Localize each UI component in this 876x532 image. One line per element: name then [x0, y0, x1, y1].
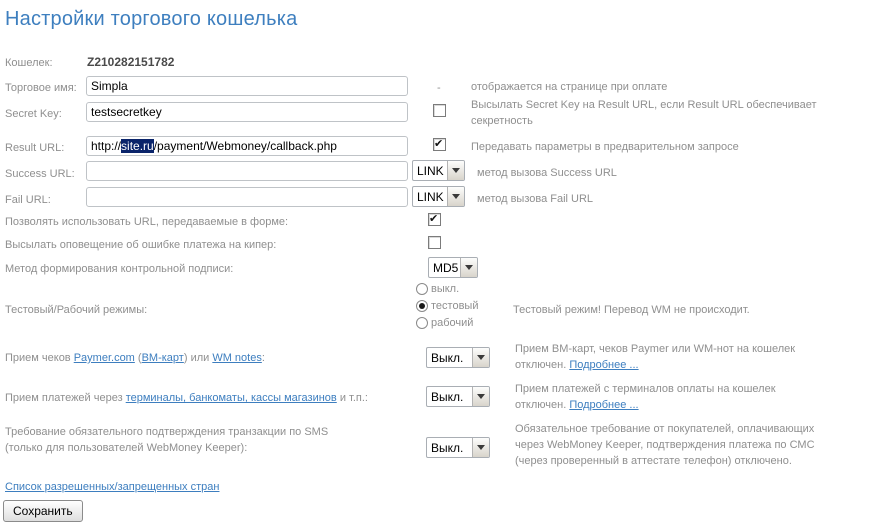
- paymer-more-link[interactable]: Подробнее ...: [569, 359, 638, 371]
- sms-label-line2: (только для пользователей WebMoney Keepe…: [5, 442, 247, 454]
- terminals-label: Прием платежей через терминалы, банкомат…: [5, 391, 368, 405]
- radio-icon: [416, 283, 428, 295]
- mode-radio-work-label: рабочий: [431, 317, 473, 329]
- paymer-desc-line2: отключен.: [515, 359, 569, 371]
- mode-note: Тестовый режим! Перевод WM не происходит…: [513, 302, 750, 318]
- sms-select[interactable]: Выкл.: [426, 437, 490, 458]
- result-url-selected-text: site.ru: [121, 139, 154, 153]
- mode-label: Тестовый/Рабочий режимы:: [5, 303, 147, 317]
- terminals-desc-line1: Прием платежей с терминалов оплаты на ко…: [515, 383, 776, 395]
- countries-list-link[interactable]: Список разрешенных/запрещенных стран: [5, 481, 219, 493]
- allow-form-urls-label: Позволять использовать URL, передаваемые…: [5, 215, 288, 229]
- trade-name-input[interactable]: [86, 76, 408, 96]
- sms-label-line1: Требование обязательного подтверждения т…: [5, 426, 328, 438]
- sign-method-select[interactable]: MD5: [428, 257, 478, 278]
- secret-key-desc-line1: Высылать Secret Key на Result URL, если …: [471, 99, 816, 111]
- sms-desc-line2: через WebMoney Keeper, подтверждения пла…: [515, 439, 815, 451]
- fail-url-method-value: LINK: [413, 190, 444, 204]
- radio-icon: [416, 300, 428, 312]
- result-url-input[interactable]: http://site.ru/payment/Webmoney/callback…: [86, 136, 408, 156]
- fail-url-label: Fail URL:: [5, 193, 51, 207]
- paymer-label-pre: Прием чеков: [5, 352, 74, 364]
- paymer-select[interactable]: Выкл.: [426, 347, 490, 368]
- page-title: Настройки торгового кошелька: [5, 8, 297, 31]
- success-url-method-select[interactable]: LINK: [412, 160, 465, 181]
- sms-select-value: Выкл.: [427, 441, 463, 455]
- success-url-input[interactable]: [86, 161, 408, 181]
- mode-radio-work[interactable]: рабочий: [416, 317, 473, 329]
- terminals-link[interactable]: терминалы, банкоматы, кассы магазинов: [126, 392, 337, 404]
- secret-key-desc: Высылать Secret Key на Result URL, если …: [471, 97, 816, 129]
- dropdown-arrow-icon: [472, 387, 489, 406]
- mode-radio-test[interactable]: тестовый: [416, 300, 478, 312]
- success-url-method-value: LINK: [413, 164, 444, 178]
- secret-key-desc-line2: секретность: [471, 115, 533, 127]
- trade-name-desc: отображается на странице при оплате: [471, 79, 667, 95]
- sms-label: Требование обязательного подтверждения т…: [5, 424, 328, 456]
- dropdown-arrow-icon: [447, 161, 464, 180]
- paymer-desc-line1: Прием ВМ-карт, чеков Paymer или WM-нот н…: [515, 343, 795, 355]
- dropdown-arrow-icon: [472, 348, 489, 367]
- error-notify-checkbox[interactable]: [428, 236, 441, 249]
- paymer-label-mid2: ) или: [184, 352, 212, 364]
- result-url-desc: Передавать параметры в предварительном з…: [471, 139, 739, 155]
- merchant-wallet-settings-page: Настройки торгового кошелька Кошелек: Z2…: [0, 0, 876, 532]
- save-button[interactable]: Сохранить: [3, 500, 83, 522]
- paymer-label: Прием чеков Paymer.com (ВМ-карт) или WM …: [5, 351, 265, 365]
- fail-url-desc: метод вызова Fail URL: [477, 191, 593, 207]
- wallet-number: Z210282151782: [87, 55, 174, 69]
- dropdown-arrow-icon: [447, 187, 464, 206]
- sign-method-value: MD5: [429, 261, 458, 275]
- secret-key-input[interactable]: [86, 102, 408, 122]
- terminals-select[interactable]: Выкл.: [426, 386, 490, 407]
- sms-desc-line1: Обязательное требование от покупателей, …: [515, 423, 814, 435]
- result-url-checkbox[interactable]: [433, 138, 446, 151]
- radio-icon: [416, 317, 428, 329]
- success-url-label: Success URL:: [5, 167, 75, 181]
- sms-desc: Обязательное требование от покупателей, …: [515, 421, 815, 469]
- terminals-select-value: Выкл.: [427, 390, 463, 404]
- dropdown-arrow-icon: [460, 258, 477, 277]
- result-url-label: Result URL:: [5, 141, 64, 155]
- terminals-desc: Прием платежей с терминалов оплаты на ко…: [515, 381, 776, 413]
- wallet-label: Кошелек:: [5, 56, 53, 70]
- paymer-com-link[interactable]: Paymer.com: [74, 352, 135, 364]
- allow-form-urls-checkbox[interactable]: [428, 213, 441, 226]
- result-url-prefix: http://: [91, 139, 121, 153]
- paymer-label-mid1: (: [135, 352, 142, 364]
- mode-radio-test-label: тестовый: [431, 300, 478, 312]
- terminals-more-link[interactable]: Подробнее ...: [569, 399, 638, 411]
- trade-name-separator: -: [437, 81, 441, 95]
- paymer-select-value: Выкл.: [427, 351, 463, 365]
- fail-url-method-select[interactable]: LINK: [412, 186, 465, 207]
- success-url-desc: метод вызова Success URL: [477, 165, 617, 181]
- mode-radio-off[interactable]: выкл.: [416, 283, 459, 295]
- result-url-suffix: /payment/Webmoney/callback.php: [154, 139, 337, 153]
- paymer-desc: Прием ВМ-карт, чеков Paymer или WM-нот н…: [515, 341, 795, 373]
- wm-notes-link[interactable]: WM notes: [212, 352, 262, 364]
- secret-key-label: Secret Key:: [5, 107, 62, 121]
- terminals-label-post: и т.п.:: [337, 392, 368, 404]
- wm-cards-link[interactable]: ВМ-карт: [142, 352, 184, 364]
- terminals-desc-line2: отключен.: [515, 399, 569, 411]
- trade-name-label: Торговое имя:: [5, 81, 77, 95]
- paymer-label-post: :: [262, 352, 265, 364]
- sms-desc-line3: (через проверенный в аттестате телефон) …: [515, 455, 792, 467]
- mode-radio-off-label: выкл.: [431, 283, 459, 295]
- sign-method-label: Метод формирования контрольной подписи:: [5, 262, 233, 276]
- terminals-label-pre: Прием платежей через: [5, 392, 126, 404]
- secret-key-checkbox[interactable]: [433, 104, 446, 117]
- dropdown-arrow-icon: [472, 438, 489, 457]
- fail-url-input[interactable]: [86, 187, 408, 207]
- error-notify-label: Высылать оповещение об ошибке платежа на…: [5, 238, 276, 252]
